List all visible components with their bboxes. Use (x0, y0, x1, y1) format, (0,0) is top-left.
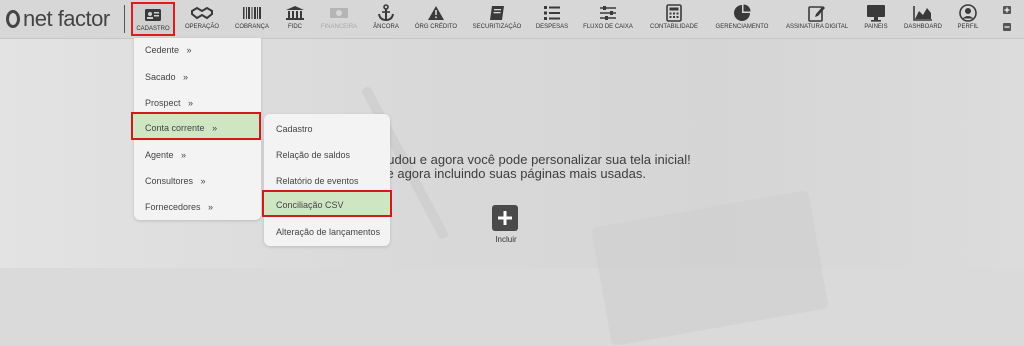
menu-item-sacado[interactable]: Sacado » (145, 72, 188, 82)
handshake-icon (191, 4, 213, 22)
nav-cadastro[interactable]: CADASTRO (131, 2, 175, 36)
welcome-line-2: ce agora incluindo suas páginas mais usa… (380, 166, 646, 181)
menu-item-consultores[interactable]: Consultores » (145, 176, 206, 186)
pie-chart-icon (733, 4, 751, 22)
nav-despesas[interactable]: DESPESAS (532, 2, 572, 36)
nav-assinatura-digital[interactable]: ASSINATURA DIGITAL (782, 2, 852, 36)
nav-ancora-label: ÂNCORA (373, 24, 399, 30)
sliders-icon (599, 4, 617, 22)
submenu-item-cadastro[interactable]: Cadastro (276, 124, 313, 134)
menu-item-cedente[interactable]: Cedente » (145, 45, 192, 55)
chevron-right-icon: » (208, 202, 214, 212)
menu-item-label: Conta corrente (145, 123, 205, 133)
nav-fluxo-de-caixa[interactable]: FLUXO DE CAIXA (580, 2, 636, 36)
nav-operacao[interactable]: OPERAÇÃO (182, 2, 222, 36)
add-page-button[interactable] (492, 205, 518, 231)
nav-fidc-label: FIDC (288, 24, 302, 30)
nav-contabilidade[interactable]: CONTABILIDADE (646, 2, 702, 36)
welcome-line-1: nudou e agora você pode personalizar sua… (380, 152, 691, 167)
nav-operacao-label: OPERAÇÃO (184, 24, 219, 30)
chevron-right-icon: » (212, 123, 218, 133)
book-icon (488, 4, 506, 22)
nav-financeira-label: FINANCEIRA (320, 24, 358, 30)
submenu-item-alteracao-de-lancamentos[interactable]: Alteração de lançamentos (276, 227, 380, 237)
menu-item-prospect[interactable]: Prospect » (145, 98, 193, 108)
calculator-icon (666, 4, 682, 22)
warning-icon (427, 4, 445, 22)
menu-item-label: Fornecedores (145, 202, 201, 212)
monitor-icon (866, 4, 886, 22)
top-navigation-bar: net factor CADASTRO OPERAÇÃO COBRANÇA FI… (0, 0, 1024, 39)
anchor-icon (377, 4, 395, 22)
add-page-label: Incluir (495, 235, 517, 244)
nav-paineis-label: PAINEIS (864, 24, 888, 30)
nav-gerenciamento-label: GERENCIAMENTO (715, 24, 769, 30)
submenu-item-relacao-de-saldos[interactable]: Relação de saldos (276, 150, 350, 160)
chevron-right-icon: » (186, 45, 192, 55)
nav-contabilidade-label: CONTABILIDADE (650, 24, 698, 30)
banknote-icon (329, 4, 349, 22)
logo-divider (124, 5, 125, 33)
plus-icon (498, 211, 512, 225)
nav-org-credito[interactable]: ÓRG CRÉDITO (412, 2, 460, 36)
nav-perfil-label: PERFIL (957, 24, 979, 30)
collapse-icon[interactable] (1002, 22, 1012, 32)
netfactor-logo[interactable]: net factor (6, 6, 110, 31)
chevron-right-icon: » (188, 98, 194, 108)
nav-paineis[interactable]: PAINEIS (860, 2, 892, 36)
menu-item-agente[interactable]: Agente » (145, 150, 186, 160)
submenu-item-conciliacao-csv[interactable]: Conciliação CSV (276, 200, 344, 210)
nav-fidc[interactable]: FIDC (280, 2, 310, 36)
menu-item-conta-corrente[interactable]: Conta corrente » (145, 123, 217, 133)
nav-securitizacao[interactable]: SECURITIZAÇÃO (469, 2, 525, 36)
nav-financeira[interactable]: FINANCEIRA (318, 2, 360, 36)
id-card-icon (144, 6, 162, 24)
chevron-right-icon: » (200, 176, 206, 186)
edit-icon (808, 4, 826, 22)
menu-item-label: Agente (145, 150, 174, 160)
nav-cobranca[interactable]: COBRANÇA (230, 2, 274, 36)
nav-dashboard[interactable]: DASHBOARD (900, 2, 946, 36)
nav-despesas-label: DESPESAS (535, 24, 569, 30)
nav-ancora[interactable]: ÂNCORA (370, 2, 402, 36)
menu-item-label: Cedente (145, 45, 180, 55)
expand-icon[interactable] (1002, 5, 1012, 15)
menu-item-label: Prospect (145, 98, 181, 108)
chevron-right-icon: » (181, 150, 187, 160)
nav-assinatura-digital-label: ASSINATURA DIGITAL (785, 24, 849, 30)
barcode-icon (242, 4, 262, 22)
nav-dashboard-label: DASHBOARD (903, 24, 942, 30)
bank-icon (285, 4, 305, 22)
nav-gerenciamento[interactable]: GERENCIAMENTO (712, 2, 772, 36)
list-icon (543, 4, 561, 22)
menu-item-label: Consultores (145, 176, 194, 186)
submenu-item-relatorio-de-eventos[interactable]: Relatório de eventos (276, 176, 359, 186)
menu-item-fornecedores[interactable]: Fornecedores » (145, 202, 213, 212)
logo-text: net factor (23, 6, 110, 31)
nav-fluxo-de-caixa-label: FLUXO DE CAIXA (583, 24, 633, 30)
area-chart-icon (913, 4, 933, 22)
logo-mark-icon (6, 10, 20, 28)
nav-cadastro-label: CADASTRO (136, 26, 170, 32)
nav-cobranca-label: COBRANÇA (234, 24, 269, 30)
nav-perfil[interactable]: PERFIL (952, 2, 984, 36)
menu-item-label: Sacado (145, 72, 176, 82)
user-icon (959, 4, 977, 22)
nav-securitizacao-label: SECURITIZAÇÃO (472, 24, 522, 30)
nav-org-credito-label: ÓRG CRÉDITO (414, 24, 458, 30)
chevron-right-icon: » (183, 72, 189, 82)
